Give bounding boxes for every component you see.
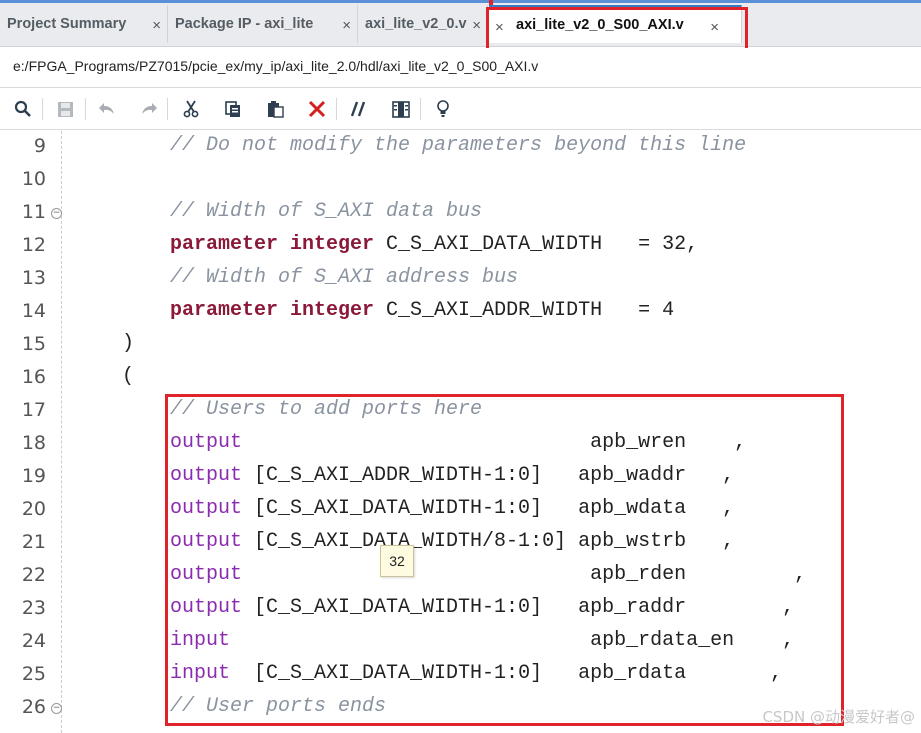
- tab-project-summary[interactable]: Project Summary ×: [0, 5, 168, 43]
- code-text: // Width of S_AXI data bus: [170, 200, 482, 223]
- close-icon[interactable]: ×: [152, 17, 161, 34]
- search-icon[interactable]: [12, 98, 34, 120]
- code-text: parameter integer C_S_AXI_DATA_WIDTH = 3…: [170, 233, 698, 256]
- tab-label: axi_lite_v2_0.v: [365, 16, 467, 32]
- code-token: // Width of S_AXI data bus: [170, 200, 483, 223]
- file-path: e:/FPGA_Programs/PZ7015/pcie_ex/my_ip/ax…: [0, 48, 921, 88]
- code-line[interactable]: 13 // Width of S_AXI address bus: [0, 263, 921, 296]
- columns-icon[interactable]: [390, 98, 412, 120]
- line-number: 14: [21, 300, 46, 322]
- line-number: 10: [21, 168, 46, 190]
- delete-icon[interactable]: [306, 98, 328, 120]
- paste-icon[interactable]: [264, 98, 286, 120]
- undo-icon[interactable]: [96, 98, 118, 120]
- line-number: 9: [33, 135, 46, 157]
- editor-toolbar: [0, 88, 921, 130]
- fold-toggle-icon[interactable]: −: [51, 208, 62, 219]
- code-token: ): [122, 332, 135, 355]
- toolbar-separator: [167, 98, 168, 120]
- tab-highlight-box: [486, 7, 748, 52]
- line-number: 12: [21, 234, 46, 256]
- code-token: parameter integer: [170, 233, 375, 256]
- hover-tooltip: 32: [380, 545, 414, 577]
- line-number: 16: [21, 366, 46, 388]
- tab-label: Project Summary: [7, 16, 127, 32]
- toolbar-separator: [336, 98, 337, 120]
- code-text: // Do not modify the parameters beyond t…: [170, 134, 746, 157]
- copy-icon[interactable]: [222, 98, 244, 120]
- code-token: (: [122, 365, 135, 388]
- close-icon[interactable]: ×: [472, 17, 481, 34]
- line-number: 25: [21, 663, 46, 685]
- line-number: 15: [21, 333, 46, 355]
- tab-bar-accent-line: [0, 0, 921, 3]
- tab-label: Package IP - axi_lite: [175, 16, 314, 32]
- tab-axi-lite-v2-0[interactable]: axi_lite_v2_0.v ×: [358, 5, 488, 43]
- code-text: parameter integer C_S_AXI_ADDR_WIDTH = 4: [170, 299, 674, 322]
- line-number: 18: [21, 432, 46, 454]
- watermark: CSDN @动漫爱好者@: [762, 708, 915, 726]
- line-number: 22: [21, 564, 46, 586]
- code-token: C_S_AXI_DATA_WIDTH = 32,: [374, 233, 699, 256]
- code-token: parameter integer: [170, 299, 375, 322]
- code-token: // Width of S_AXI address bus: [170, 266, 519, 289]
- code-line[interactable]: 12 parameter integer C_S_AXI_DATA_WIDTH =…: [0, 230, 921, 263]
- code-line[interactable]: 15): [0, 329, 921, 362]
- line-number: 23: [21, 597, 46, 619]
- code-line[interactable]: 16 (: [0, 362, 921, 395]
- close-icon[interactable]: ×: [342, 17, 351, 34]
- line-number: 21: [21, 531, 46, 553]
- code-highlight-box: [165, 394, 844, 726]
- code-text: (: [122, 365, 134, 388]
- cut-icon[interactable]: [180, 98, 202, 120]
- save-icon[interactable]: [54, 98, 76, 120]
- comment-icon[interactable]: [348, 98, 370, 120]
- code-text: ): [122, 332, 134, 355]
- line-number: 17: [21, 399, 46, 421]
- code-line[interactable]: 14 parameter integer C_S_AXI_ADDR_WIDTH =…: [0, 296, 921, 329]
- lightbulb-icon[interactable]: [432, 98, 454, 120]
- line-number: 26: [21, 696, 46, 718]
- code-line[interactable]: 10: [0, 164, 921, 197]
- code-line[interactable]: 11− // Width of S_AXI data bus: [0, 197, 921, 230]
- line-number: 24: [21, 630, 46, 652]
- line-number: 11: [21, 201, 46, 223]
- fold-toggle-icon[interactable]: −: [51, 703, 62, 714]
- code-text: // Width of S_AXI address bus: [170, 266, 518, 289]
- tab-package-ip[interactable]: Package IP - axi_lite ×: [168, 5, 358, 43]
- redo-icon[interactable]: [138, 98, 160, 120]
- code-line[interactable]: 9 // Do not modify the parameters beyond …: [0, 131, 921, 164]
- toolbar-separator: [85, 98, 86, 120]
- line-number: 19: [21, 465, 46, 487]
- editor-tab-bar: Project Summary × Package IP - axi_lite …: [0, 0, 921, 47]
- toolbar-separator: [420, 98, 421, 120]
- code-token: // Do not modify the parameters beyond t…: [170, 134, 747, 157]
- highlight-marker: [489, 0, 493, 5]
- toolbar-separator: [42, 98, 43, 120]
- line-number: 20: [21, 498, 46, 520]
- line-number: 13: [21, 267, 46, 289]
- code-token: C_S_AXI_ADDR_WIDTH = 4: [374, 299, 675, 322]
